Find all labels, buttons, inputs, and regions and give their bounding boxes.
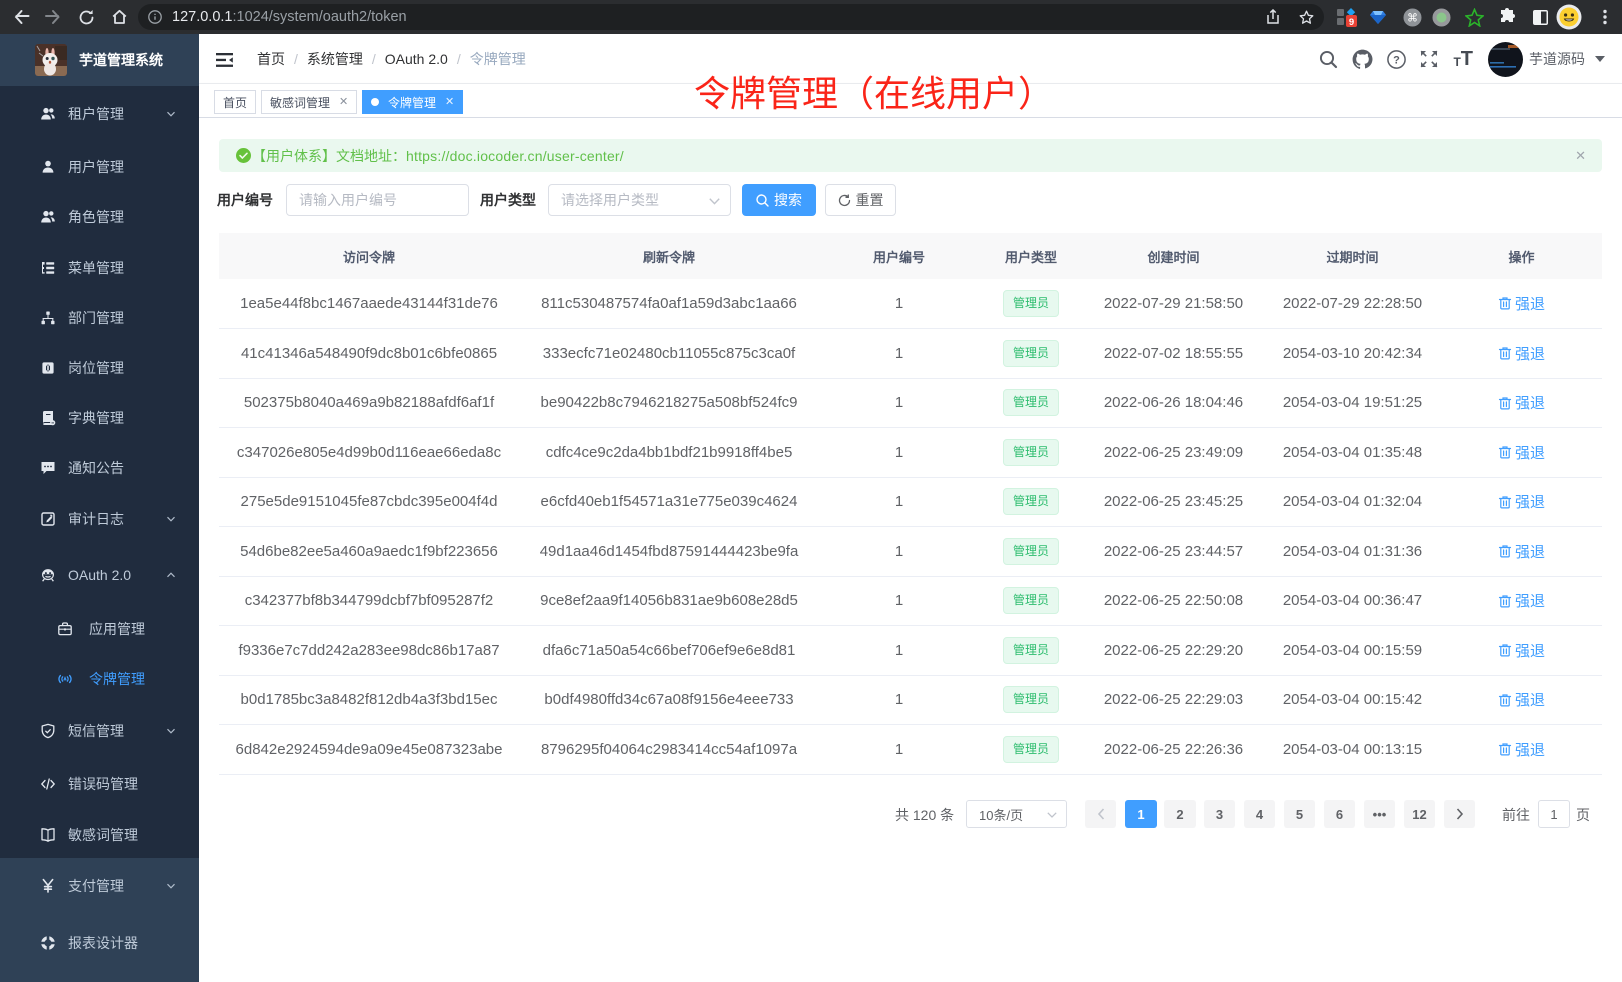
svg-text:9: 9 bbox=[1349, 17, 1354, 28]
svg-text:⌘: ⌘ bbox=[1407, 12, 1418, 24]
svg-text:?: ? bbox=[1394, 54, 1401, 66]
